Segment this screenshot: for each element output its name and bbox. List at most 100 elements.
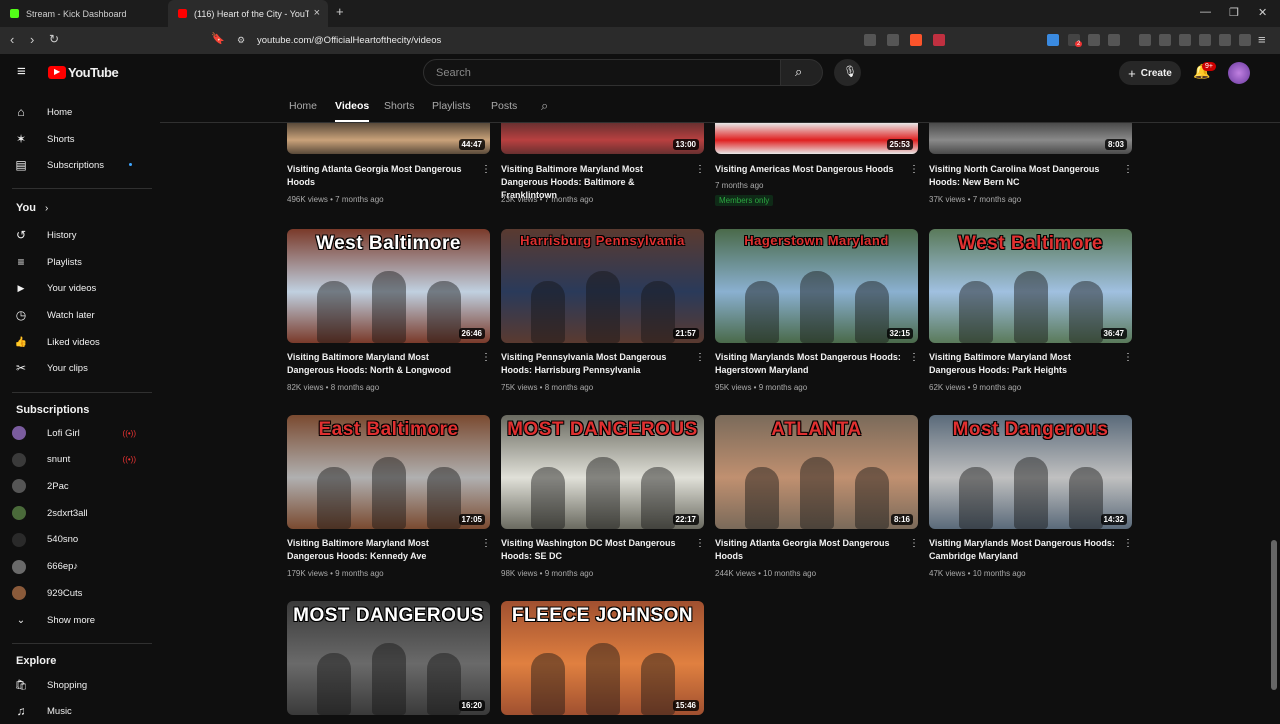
back-icon[interactable]: ‹ — [10, 32, 14, 47]
video-thumbnail[interactable]: FLEECE JOHNSON 15:46 — [501, 601, 704, 715]
show-more-button[interactable]: ⌄ Show more — [12, 607, 152, 633]
youtube-logo-text[interactable]: YouTube — [68, 65, 119, 80]
sidebar-item-watch-later[interactable]: ◷ Watch later — [12, 302, 152, 328]
video-title[interactable]: Visiting Atlanta Georgia Most Dangerous … — [715, 537, 905, 563]
video-thumbnail[interactable]: MOST DANGEROUS 22:17 — [501, 415, 704, 529]
voice-search-button[interactable]: 🎙 — [834, 59, 861, 86]
site-info-icon[interactable]: ⚙ — [237, 35, 245, 46]
video-title[interactable]: Visiting North Carolina Most Dangerous H… — [929, 163, 1119, 189]
sidebar-item-shorts[interactable]: ✶ Shorts — [12, 126, 152, 152]
url-field[interactable]: youtube.com/@OfficialHeartofthecity/vide… — [257, 35, 441, 46]
video-menu-icon[interactable]: ⋮ — [695, 352, 705, 363]
sidebar-item-your-videos[interactable]: ▶ Your videos — [12, 275, 152, 301]
video-thumbnail[interactable]: MOST DANGEROUS 16:20 — [287, 601, 490, 715]
video-menu-icon[interactable]: ⋮ — [1123, 164, 1133, 175]
video-thumbnail[interactable]: Harrisburg Pennsylvania 21:57 — [501, 229, 704, 343]
video-menu-icon[interactable]: ⋮ — [481, 164, 491, 175]
video-title[interactable]: Visiting Americas Most Dangerous Hoods — [715, 163, 905, 176]
video-thumbnail[interactable]: 13:00 — [501, 123, 704, 154]
sidebar-item-subscriptions[interactable]: ▤ Subscriptions — [12, 152, 152, 178]
you-section-header[interactable]: You › — [16, 202, 48, 214]
brave-shield-icon[interactable] — [910, 34, 922, 46]
close-tab-icon[interactable]: × — [314, 7, 320, 19]
sidebar-toggle-icon[interactable] — [1179, 34, 1191, 46]
tab-videos[interactable]: Videos — [335, 100, 369, 112]
bookmark-icon[interactable]: 🔖 — [211, 32, 225, 45]
window-close-icon[interactable]: ✕ — [1258, 6, 1267, 19]
video-menu-icon[interactable]: ⋮ — [1123, 538, 1133, 549]
wallet2-icon[interactable] — [1199, 34, 1211, 46]
video-menu-icon[interactable]: ⋮ — [481, 538, 491, 549]
sidebar-subscription-item[interactable]: 540sno — [12, 527, 152, 553]
video-thumbnail[interactable]: 25:53 — [715, 123, 918, 154]
video-thumbnail[interactable]: West Baltimore 26:46 — [287, 229, 490, 343]
video-title[interactable]: Visiting Marylands Most Dangerous Hoods:… — [929, 537, 1119, 563]
tab-posts[interactable]: Posts — [491, 100, 517, 112]
video-title[interactable]: Visiting Atlanta Georgia Most Dangerous … — [287, 163, 477, 189]
forward-icon[interactable]: › — [30, 32, 34, 47]
sidebar-item-liked-videos[interactable]: 👍 Liked videos — [12, 329, 152, 355]
video-thumbnail[interactable]: ATLANTA 8:16 — [715, 415, 918, 529]
video-thumbnail[interactable]: 8:03 — [929, 123, 1132, 154]
brave-rewards-icon[interactable] — [933, 34, 945, 46]
video-thumbnail[interactable]: East Baltimore 17:05 — [287, 415, 490, 529]
search-button[interactable]: ⌕ — [781, 59, 823, 86]
hamburger-menu-icon[interactable]: ≡ — [17, 63, 26, 80]
video-title[interactable]: Visiting Pennsylvania Most Dangerous Hoo… — [501, 351, 691, 377]
media-icon[interactable] — [1159, 34, 1171, 46]
video-menu-icon[interactable]: ⋮ — [695, 538, 705, 549]
search-input[interactable]: Search — [423, 59, 781, 86]
sidebar-item-music[interactable]: ♫ Music — [12, 698, 152, 724]
avatar[interactable] — [1228, 62, 1250, 84]
downloads-icon[interactable] — [1139, 34, 1151, 46]
video-thumbnail[interactable]: West Baltimore 36:47 — [929, 229, 1132, 343]
sidebar-subscription-item[interactable]: snunt ((•)) — [12, 447, 152, 473]
wallet-icon[interactable] — [1108, 34, 1120, 46]
video-title[interactable]: Visiting Marylands Most Dangerous Hoods:… — [715, 351, 905, 377]
sidebar-item-label: Your videos — [47, 282, 97, 294]
sidebar-subscription-item[interactable]: 2sdxrt3all — [12, 500, 152, 526]
sidebar-item-history[interactable]: ↺ History — [12, 222, 152, 248]
reload-icon[interactable]: ↻ — [49, 32, 59, 46]
thumbnail-figure — [959, 281, 993, 343]
sidebar-item-home[interactable]: ⌂ Home — [12, 99, 152, 125]
browser-menu-icon[interactable]: ≡ — [1258, 32, 1266, 47]
vpn-icon[interactable] — [1239, 34, 1251, 46]
tab-shorts[interactable]: Shorts — [384, 100, 414, 112]
sidebar-subscription-item[interactable]: Lofi Girl ((•)) — [12, 420, 152, 446]
share-icon[interactable] — [887, 34, 899, 46]
restore-icon[interactable]: ❐ — [1229, 6, 1239, 19]
video-title[interactable]: Visiting Washington DC Most Dangerous Ho… — [501, 537, 691, 563]
sidebar-item-shopping[interactable]: 🛍 Shopping — [12, 672, 152, 698]
video-menu-icon[interactable]: ⋮ — [481, 352, 491, 363]
download-ext-icon[interactable] — [1047, 34, 1059, 46]
puzzle-icon[interactable] — [1088, 34, 1100, 46]
create-button[interactable]: + Create — [1119, 61, 1181, 85]
scrollbar[interactable] — [1271, 540, 1277, 690]
video-menu-icon[interactable]: ⋮ — [1123, 352, 1133, 363]
video-thumbnail[interactable]: Most Dangerous 14:32 — [929, 415, 1132, 529]
video-thumbnail[interactable]: Hagerstown Maryland 32:15 — [715, 229, 918, 343]
video-title[interactable]: Visiting Baltimore Maryland Most Dangero… — [287, 537, 477, 563]
sidebar-subscription-item[interactable]: 666ep♪ — [12, 554, 152, 580]
sidebar-item-your-clips[interactable]: ✂ Your clips — [12, 355, 152, 381]
video-thumbnail[interactable]: 44:47 — [287, 123, 490, 154]
video-menu-icon[interactable]: ⋮ — [909, 164, 919, 175]
sidebar-subscription-item[interactable]: 2Pac — [12, 473, 152, 499]
video-menu-icon[interactable]: ⋮ — [909, 352, 919, 363]
video-menu-icon[interactable]: ⋮ — [695, 164, 705, 175]
sidebar-subscription-item[interactable]: 929Cuts — [12, 580, 152, 606]
minimize-icon[interactable]: — — [1200, 6, 1211, 18]
cast-icon[interactable] — [864, 34, 876, 46]
new-tab-icon[interactable]: + — [336, 4, 344, 19]
video-title[interactable]: Visiting Baltimore Maryland Most Dangero… — [929, 351, 1119, 377]
sidebar-item-playlists[interactable]: ≡ Playlists — [12, 249, 152, 275]
leo-icon[interactable] — [1219, 34, 1231, 46]
tab-home[interactable]: Home — [289, 100, 317, 112]
video-title[interactable]: Visiting Baltimore Maryland Most Dangero… — [287, 351, 477, 377]
tab-playlists[interactable]: Playlists — [432, 100, 471, 112]
browser-tab-kick[interactable]: Stream - Kick Dashboard — [0, 0, 168, 27]
video-menu-icon[interactable]: ⋮ — [909, 538, 919, 549]
browser-tab-youtube[interactable]: (116) Heart of the City - YouTube × — [168, 0, 328, 27]
channel-search-icon[interactable]: ⌕ — [541, 98, 548, 114]
